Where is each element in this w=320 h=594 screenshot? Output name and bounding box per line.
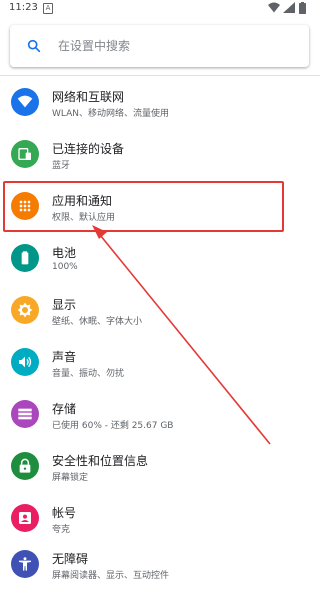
display-icon-circle bbox=[11, 296, 39, 324]
setting-title: 网络和互联网 bbox=[52, 90, 125, 104]
setting-subtitle: 音量、振动、勿扰 bbox=[52, 369, 125, 379]
account-icon-circle bbox=[11, 504, 39, 532]
storage-icon-circle bbox=[11, 400, 39, 428]
setting-connected-devices[interactable]: 已连接的设备 蓝牙 bbox=[0, 128, 320, 184]
setting-security[interactable]: 安全性和位置信息 屏幕锁定 bbox=[0, 440, 320, 496]
volume-icon bbox=[19, 356, 32, 368]
status-bar: 11:23 A bbox=[0, 0, 320, 16]
devices-icon bbox=[18, 148, 31, 160]
battery-status-icon bbox=[299, 2, 306, 14]
setting-title: 显示 bbox=[52, 298, 77, 312]
brightness-icon bbox=[17, 302, 33, 318]
setting-title: 帐号 bbox=[52, 506, 77, 520]
setting-display[interactable]: 显示 壁纸、休眠、字体大小 bbox=[0, 284, 320, 340]
setting-subtitle: 壁纸、休眠、字体大小 bbox=[52, 317, 143, 327]
setting-sound[interactable]: 声音 音量、振动、勿扰 bbox=[0, 336, 320, 392]
setting-subtitle: 已使用 60% - 还剩 25.67 GB bbox=[52, 421, 174, 431]
storage-icon bbox=[18, 408, 32, 420]
battery-icon-circle bbox=[11, 244, 39, 272]
security-icon-circle bbox=[11, 452, 39, 480]
setting-title: 已连接的设备 bbox=[52, 142, 125, 156]
accessibility-icon-circle bbox=[11, 550, 39, 578]
setting-title: 声音 bbox=[52, 350, 77, 364]
setting-subtitle: 夸克 bbox=[52, 525, 71, 535]
setting-title: 安全性和位置信息 bbox=[52, 454, 149, 468]
battery-icon bbox=[21, 251, 29, 265]
setting-subtitle: 屏幕阅读器、显示、互动控件 bbox=[52, 571, 170, 581]
account-icon bbox=[19, 512, 31, 524]
accessibility-icon bbox=[19, 557, 31, 571]
setting-title: 存储 bbox=[52, 402, 77, 416]
setting-network[interactable]: 网络和互联网 WLAN、移动网络、流量使用 bbox=[0, 76, 320, 132]
wifi-status-icon bbox=[268, 2, 280, 13]
notification-icon: A bbox=[43, 3, 53, 14]
setting-storage[interactable]: 存储 已使用 60% - 还剩 25.67 GB bbox=[0, 388, 320, 444]
status-time: 11:23 bbox=[9, 2, 38, 13]
signal-status-icon bbox=[283, 2, 295, 13]
search-placeholder: 在设置中搜索 bbox=[58, 39, 131, 53]
setting-subtitle: WLAN、移动网络、流量使用 bbox=[52, 109, 170, 119]
sound-icon-circle bbox=[11, 348, 39, 376]
devices-icon-circle bbox=[11, 140, 39, 168]
setting-battery[interactable]: 电池 100% bbox=[0, 232, 320, 288]
setting-subtitle: 100% bbox=[52, 262, 78, 272]
setting-title: 电池 bbox=[52, 246, 77, 260]
status-icons bbox=[266, 2, 314, 14]
network-icon-circle bbox=[11, 88, 39, 116]
search-bar[interactable]: 在设置中搜索 bbox=[10, 25, 309, 67]
setting-subtitle: 屏幕锁定 bbox=[52, 473, 89, 483]
setting-accessibility[interactable]: 无障碍 屏幕阅读器、显示、互动控件 bbox=[0, 538, 320, 594]
wifi-icon bbox=[17, 95, 33, 108]
setting-title: 无障碍 bbox=[52, 552, 89, 566]
search-icon bbox=[27, 39, 41, 53]
highlight-box bbox=[3, 181, 284, 232]
lock-icon bbox=[19, 458, 31, 473]
setting-subtitle: 蓝牙 bbox=[52, 161, 71, 171]
